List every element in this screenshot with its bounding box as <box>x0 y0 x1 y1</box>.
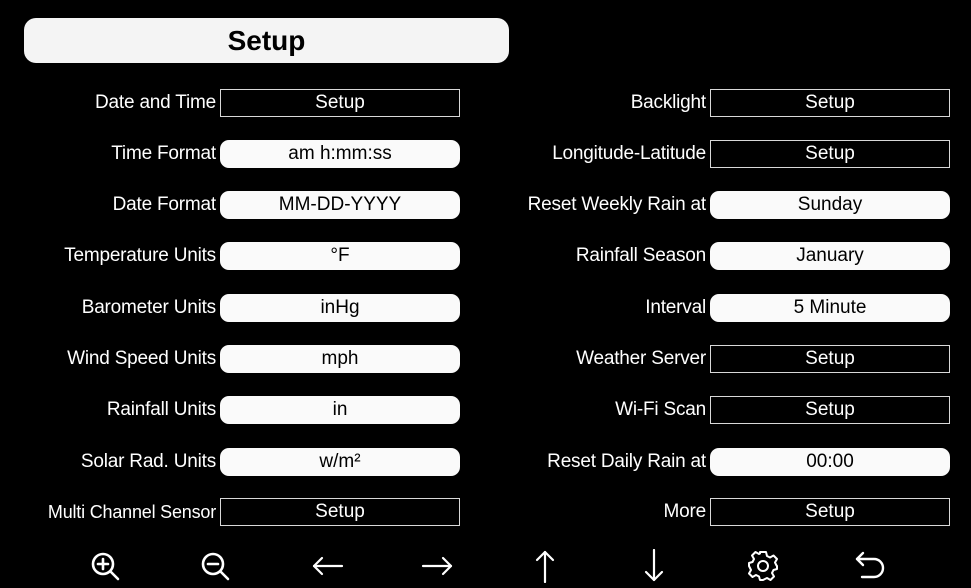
wifi-scan-label: Wi-Fi Scan <box>615 399 706 420</box>
zoom-out-icon[interactable] <box>195 546 235 586</box>
row-more: More Setup <box>497 497 950 527</box>
backlight-label: Backlight <box>630 92 706 113</box>
row-wifi-scan: Wi-Fi Scan Setup <box>497 395 950 425</box>
rainfall-units-label: Rainfall Units <box>106 399 216 420</box>
row-reset-daily-rain: Reset Daily Rain at 00:00 <box>497 447 950 477</box>
arrow-left-icon[interactable] <box>308 546 348 586</box>
row-reset-weekly-rain: Reset Weekly Rain at Sunday <box>497 190 950 220</box>
row-weather-server: Weather Server Setup <box>497 344 950 374</box>
barometer-units-label: Barometer Units <box>81 297 216 318</box>
wifi-scan-setup-button[interactable]: Setup <box>710 396 950 424</box>
longitude-latitude-setup-button[interactable]: Setup <box>710 140 950 168</box>
date-format-label: Date Format <box>112 194 217 215</box>
multi-channel-sensor-label: Multi Channel Sensor <box>47 501 216 522</box>
multi-channel-sensor-setup-button[interactable]: Setup <box>220 498 460 526</box>
reset-daily-rain-label: Reset Daily Rain at <box>547 451 706 472</box>
arrow-right-icon[interactable] <box>417 546 457 586</box>
solar-rad-units-label: Solar Rad. Units <box>80 451 216 472</box>
longitude-latitude-label: Longitude-Latitude <box>552 143 706 164</box>
row-rainfall-units: Rainfall Units in <box>10 395 460 425</box>
gear-icon[interactable] <box>743 546 783 586</box>
temperature-units-select[interactable]: °F <box>220 242 460 270</box>
rainfall-season-select[interactable]: January <box>710 242 950 270</box>
reset-daily-rain-select[interactable]: 00:00 <box>710 448 950 476</box>
arrow-down-icon[interactable] <box>634 546 674 586</box>
backlight-setup-button[interactable]: Setup <box>710 89 950 117</box>
rainfall-season-label: Rainfall Season <box>575 245 706 266</box>
reset-weekly-rain-select[interactable]: Sunday <box>710 191 950 219</box>
weather-server-setup-button[interactable]: Setup <box>710 345 950 373</box>
rainfall-units-select[interactable]: in <box>220 396 460 424</box>
wind-speed-units-label: Wind Speed Units <box>67 348 216 369</box>
zoom-in-icon[interactable] <box>85 546 125 586</box>
row-date-and-time: Date and Time Setup <box>10 88 460 118</box>
row-date-format: Date Format MM-DD-YYYY <box>10 190 460 220</box>
more-setup-button[interactable]: Setup <box>710 498 950 526</box>
solar-rad-units-select[interactable]: w/m² <box>220 448 460 476</box>
barometer-units-select[interactable]: inHg <box>220 294 460 322</box>
interval-select[interactable]: 5 Minute <box>710 294 950 322</box>
row-rainfall-season: Rainfall Season January <box>497 241 950 271</box>
interval-label: Interval <box>645 297 706 318</box>
date-and-time-setup-button[interactable]: Setup <box>220 89 460 117</box>
row-barometer-units: Barometer Units inHg <box>10 293 460 323</box>
bottom-toolbar <box>0 540 971 588</box>
arrow-up-icon[interactable] <box>525 546 565 586</box>
row-multi-channel-sensor: Multi Channel Sensor Setup <box>10 497 460 527</box>
time-format-label: Time Format <box>111 143 216 164</box>
wind-speed-units-select[interactable]: mph <box>220 345 460 373</box>
time-format-select[interactable]: am h:mm:ss <box>220 140 460 168</box>
back-icon[interactable] <box>850 546 890 586</box>
row-longitude-latitude: Longitude-Latitude Setup <box>497 139 950 169</box>
temperature-units-label: Temperature Units <box>64 245 216 266</box>
row-time-format: Time Format am h:mm:ss <box>10 139 460 169</box>
row-interval: Interval 5 Minute <box>497 293 950 323</box>
date-format-select[interactable]: MM-DD-YYYY <box>220 191 460 219</box>
row-wind-speed-units: Wind Speed Units mph <box>10 344 460 374</box>
more-label: More <box>663 501 707 522</box>
reset-weekly-rain-label: Reset Weekly Rain at <box>527 194 707 215</box>
row-temperature-units: Temperature Units °F <box>10 241 460 271</box>
row-solar-rad-units: Solar Rad. Units w/m² <box>10 447 460 477</box>
weather-server-label: Weather Server <box>576 348 706 369</box>
row-backlight: Backlight Setup <box>497 88 950 118</box>
page-title: Setup <box>24 18 509 63</box>
date-and-time-label: Date and Time <box>95 92 216 113</box>
